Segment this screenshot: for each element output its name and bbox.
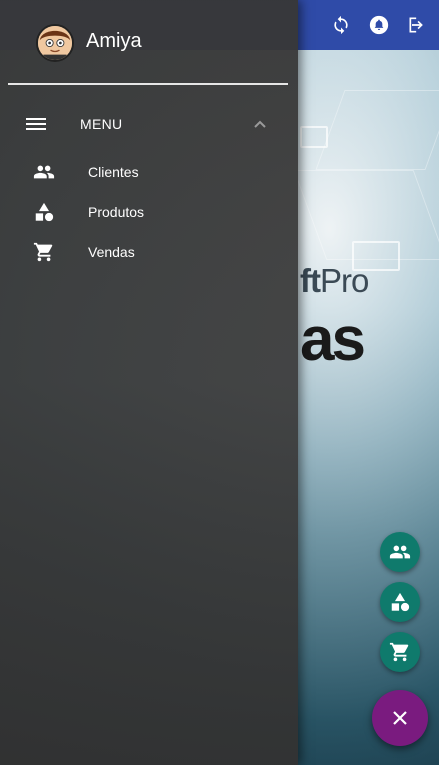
header-divider	[8, 83, 288, 85]
fab-clientes[interactable]	[380, 532, 420, 572]
close-icon	[393, 711, 407, 725]
logout-icon[interactable]	[407, 15, 427, 35]
drawer-header: Amiya	[0, 0, 298, 85]
menu-toggle[interactable]: MENU	[0, 104, 298, 144]
avatar[interactable]	[36, 24, 74, 62]
shapes-icon	[391, 592, 410, 612]
sidebar-item-vendas[interactable]: Vendas	[0, 232, 298, 272]
sync-icon[interactable]	[331, 15, 351, 35]
monitor-graphic	[300, 126, 328, 148]
cart-icon	[32, 241, 56, 263]
chevron-up-icon	[254, 120, 266, 128]
sidebar-item-clientes[interactable]: Clientes	[0, 152, 298, 192]
people-icon	[32, 161, 56, 183]
fab-close-button[interactable]	[372, 690, 428, 746]
menu-title: MENU	[80, 116, 123, 132]
brand-title-partial: as	[300, 305, 366, 374]
sidebar-item-label: Produtos	[88, 204, 145, 220]
sidebar-item-label: Clientes	[88, 164, 139, 180]
cart-icon	[389, 642, 409, 662]
user-name: Amiya	[86, 30, 142, 52]
shapes-icon	[32, 201, 56, 223]
sidebar-item-label: Vendas	[88, 244, 135, 260]
fab-vendas[interactable]	[380, 632, 420, 672]
navigation-drawer: Amiya MENU Clientes Produtos Vendas	[0, 0, 298, 765]
fab-produtos[interactable]	[380, 582, 420, 622]
brand-logo-partial: ftPro	[300, 262, 369, 299]
notification-icon[interactable]	[369, 15, 389, 35]
sidebar-item-produtos[interactable]: Produtos	[0, 192, 298, 232]
hamburger-icon	[26, 118, 46, 130]
people-icon	[389, 545, 411, 559]
background-graphic	[315, 90, 439, 170]
